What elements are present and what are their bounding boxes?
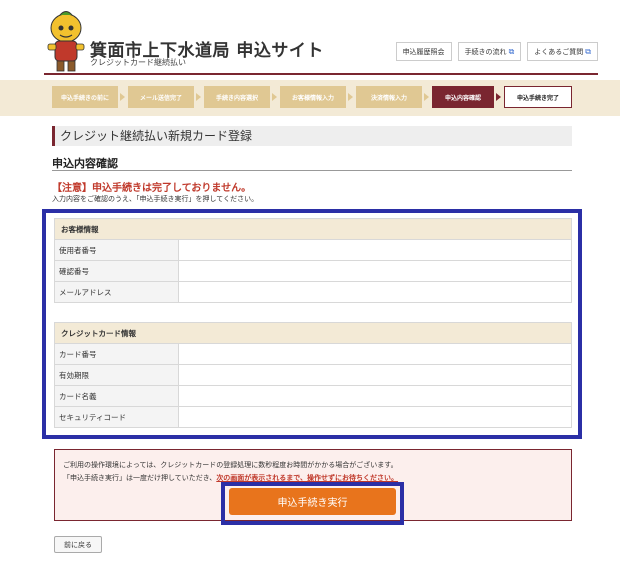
card-holder-value — [178, 385, 572, 407]
step-arrow-icon — [348, 93, 353, 101]
table-row: セキュリティコード — [54, 406, 572, 428]
notice-line-2-emphasis: 次の画面が表示されるまで、操作せずにお待ちください。 — [216, 474, 399, 482]
card-number-label: カード番号 — [54, 343, 179, 365]
section-heading: 申込内容確認 — [52, 157, 118, 170]
header-divider — [44, 73, 598, 75]
step-customer-info: お客様情報入力 — [280, 86, 346, 108]
step-procedure-select: 手続き内容選択 — [204, 86, 270, 108]
card-number-value — [178, 343, 572, 365]
table-row: カード番号 — [54, 343, 572, 365]
back-button[interactable]: 前に戻る — [54, 536, 102, 553]
header-links: 申込履歴照会 手続きの流れ ⧉ よくあるご質問 ⧉ — [390, 42, 598, 61]
external-link-icon: ⧉ — [585, 46, 591, 56]
security-code-value — [178, 406, 572, 428]
expiry-value — [178, 364, 572, 386]
execute-application-button[interactable]: 申込手続き実行 — [229, 488, 396, 515]
card-info-heading: クレジットカード情報 — [54, 322, 572, 344]
page-title: クレジット継続払い新規カード登録 — [52, 126, 572, 146]
expiry-label: 有効期限 — [54, 364, 179, 386]
external-link-icon: ⧉ — [508, 46, 515, 56]
table-row: メールアドレス — [54, 281, 572, 303]
warning-message: 【注意】申込手続きは完了しておりません。 — [52, 183, 252, 194]
notice-line-1: ご利用の操作環境によっては、クレジットカードの登録処理に数秒程度お時間がかかる場… — [63, 461, 398, 469]
table-row: 有効期限 — [54, 364, 572, 386]
user-number-value — [178, 239, 572, 261]
table-row: 使用者番号 — [54, 239, 572, 261]
email-label: メールアドレス — [54, 281, 179, 303]
procedure-flow-link[interactable]: 手続きの流れ ⧉ — [457, 42, 522, 61]
confirmation-number-label: 確認番号 — [54, 260, 179, 282]
step-complete: 申込手続き完了 — [504, 86, 572, 108]
step-before-application: 申込手続きの前に — [52, 86, 118, 108]
step-arrow-icon — [424, 93, 429, 101]
card-info-table: クレジットカード情報 カード番号 有効期限 カード名義 セキュリティコード — [54, 322, 572, 428]
instruction-text: 入力内容をご確認のうえ、「申込手続き実行」を押してください。 — [52, 195, 259, 203]
step-arrow-icon — [496, 93, 501, 101]
step-arrow-icon — [196, 93, 201, 101]
email-value — [178, 281, 572, 303]
table-row: 確認番号 — [54, 260, 572, 282]
site-subtitle: クレジットカード継続払い — [90, 58, 186, 67]
step-arrow-icon — [272, 93, 277, 101]
site-header: 箕面市上下水道局 申込サイト クレジットカード継続払い 申込履歴照会 手続きの流… — [0, 0, 620, 80]
application-history-link[interactable]: 申込履歴照会 — [395, 42, 452, 61]
step-mail-sent: メール送信完了 — [128, 86, 194, 108]
section-divider — [52, 170, 572, 171]
customer-info-table: お客様情報 使用者番号 確認番号 メールアドレス — [54, 218, 572, 303]
progress-steps: 申込手続きの前に メール送信完了 手続き内容選択 お客様情報入力 決済情報入力 … — [0, 80, 620, 116]
confirmation-number-value — [178, 260, 572, 282]
step-confirm: 申込内容確認 — [432, 86, 494, 108]
table-row: カード名義 — [54, 385, 572, 407]
customer-info-heading: お客様情報 — [54, 218, 572, 240]
step-arrow-icon — [120, 93, 125, 101]
card-holder-label: カード名義 — [54, 385, 179, 407]
security-code-label: セキュリティコード — [54, 406, 179, 428]
mascot-logo — [47, 11, 85, 72]
notice-line-2-prefix: 「申込手続き実行」は一度だけ押していただき、 — [63, 474, 217, 482]
faq-link[interactable]: よくあるご質問 ⧉ — [527, 42, 598, 61]
user-number-label: 使用者番号 — [54, 239, 179, 261]
step-payment-info: 決済情報入力 — [356, 86, 422, 108]
